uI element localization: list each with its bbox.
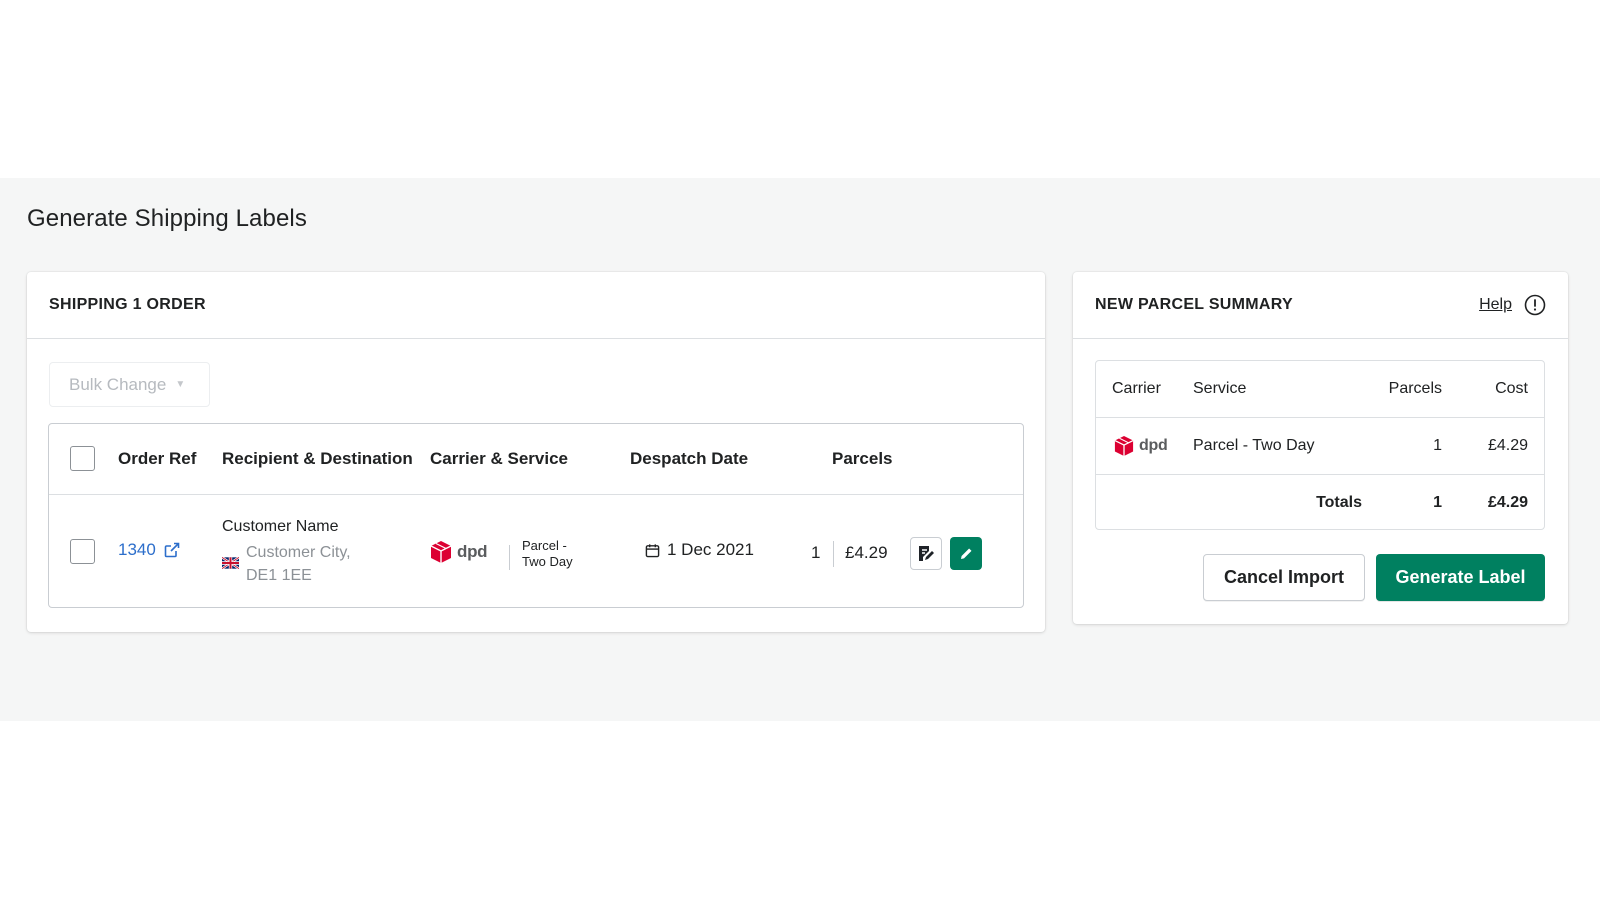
orders-table: Order Ref Recipient & Destination Carrie… — [48, 423, 1024, 608]
column-header-parcels: Parcels — [1388, 380, 1442, 397]
order-ref-link[interactable]: 1340 — [118, 540, 180, 560]
help-area: Help — [1479, 294, 1546, 316]
service-name: Parcel - Two Day — [522, 538, 573, 569]
column-header-service: Service — [1193, 380, 1247, 397]
despatch-date[interactable]: 1 Dec 2021 — [645, 540, 754, 560]
totals-row: Totals 1 £4.29 — [1096, 475, 1544, 532]
page-title: Generate Shipping Labels — [27, 205, 307, 232]
summary-row: dpd Parcel - Two Day 1 £4.29 — [1096, 418, 1544, 475]
totals-label: Totals — [1316, 494, 1362, 511]
cost-value: £4.29 — [1487, 437, 1528, 454]
summary-card: NEW PARCEL SUMMARY Help Carrier Service … — [1073, 272, 1568, 624]
column-header-order-ref: Order Ref — [118, 449, 197, 468]
info-icon[interactable] — [1524, 294, 1546, 316]
divider — [833, 541, 834, 567]
dpd-cube-icon — [1114, 436, 1134, 456]
column-header-parcels: Parcels — [832, 449, 893, 468]
column-header-cost: Cost — [1495, 380, 1528, 397]
help-link[interactable]: Help — [1479, 296, 1512, 314]
external-link-icon — [164, 542, 180, 558]
bulk-change-dropdown[interactable]: Bulk Change ▼ — [49, 362, 210, 407]
order-ref-value: 1340 — [118, 540, 156, 559]
summary-card-title: NEW PARCEL SUMMARY — [1095, 296, 1293, 313]
table-header: Order Ref Recipient & Destination Carrie… — [49, 424, 1023, 495]
parcels-count: 1 — [811, 543, 821, 562]
select-all-checkbox[interactable] — [70, 446, 95, 471]
orders-card-title: SHIPPING 1 ORDER — [27, 272, 1045, 339]
orders-card: SHIPPING 1 ORDER Bulk Change ▼ Order Ref… — [27, 272, 1045, 632]
generate-label-button[interactable]: Generate Label — [1376, 554, 1545, 601]
parcel-details-button[interactable] — [910, 537, 942, 570]
row-select-checkbox[interactable] — [70, 539, 95, 564]
parcels-count: 1 — [1433, 437, 1442, 454]
carrier-name: dpd — [457, 542, 488, 561]
divider — [509, 545, 510, 570]
dpd-cube-icon — [430, 541, 452, 563]
column-header-carrier: Carrier — [1112, 380, 1161, 397]
cancel-import-button[interactable]: Cancel Import — [1203, 554, 1365, 601]
uk-flag-icon — [222, 557, 239, 569]
column-header-recipient: Recipient & Destination — [222, 449, 413, 468]
recipient-name: Customer Name — [222, 518, 339, 535]
column-header-carrier: Carrier & Service — [430, 449, 568, 468]
caret-down-icon: ▼ — [175, 379, 186, 390]
despatch-date-value: 1 Dec 2021 — [667, 540, 754, 559]
summary-header-row: Carrier Service Parcels Cost — [1096, 361, 1544, 418]
column-header-despatch-date: Despatch Date — [630, 449, 749, 468]
totals-cost: £4.29 — [1487, 494, 1528, 511]
summary-table: Carrier Service Parcels Cost dpd Parcel … — [1095, 360, 1545, 530]
bulk-change-label: Bulk Change — [69, 374, 167, 394]
service-name: Parcel - Two Day — [1193, 437, 1315, 454]
summary-card-header: NEW PARCEL SUMMARY Help — [1073, 272, 1568, 339]
pencil-icon — [961, 548, 972, 559]
edit-button[interactable] — [950, 537, 982, 570]
calendar-icon — [645, 543, 660, 557]
page-content: Generate Shipping Labels SHIPPING 1 ORDE… — [0, 178, 1600, 721]
dpd-logo: dpd — [430, 540, 488, 564]
recipient-address: Customer City, DE1 1EE — [246, 544, 351, 584]
table-row: 1340 Customer Name Customer City, DE1 1E — [49, 495, 1023, 608]
cost-value: £4.29 — [845, 543, 888, 562]
carrier-name: dpd — [1139, 437, 1168, 454]
totals-parcels: 1 — [1433, 494, 1442, 511]
parcel-edit-icon — [919, 545, 934, 561]
dpd-logo: dpd — [1114, 435, 1168, 457]
